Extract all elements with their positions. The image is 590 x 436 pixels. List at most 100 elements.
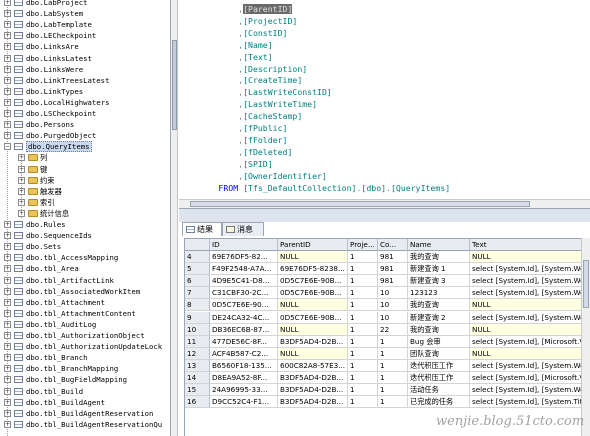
expand-icon[interactable]: +: [4, 365, 11, 373]
object-explorer-tree[interactable]: + dbo.LabProject + dbo.LabSystem + dbo.LabTem…: [0, 0, 171, 436]
table-cell[interactable]: ACF4B587-C2...: [210, 347, 278, 360]
tree-table-node[interactable]: + dbo.PurgedObject: [0, 130, 170, 141]
tree-table-node[interactable]: + dbo.tbl_Branch: [0, 352, 170, 363]
table-cell[interactable]: 477DE56C-8F...: [210, 335, 278, 348]
expand-icon[interactable]: +: [4, 387, 11, 395]
expand-icon[interactable]: +: [18, 154, 25, 162]
grid-scroll-thumb[interactable]: [583, 260, 589, 308]
table-cell[interactable]: DB36EC6B-87...: [210, 323, 278, 336]
table-cell[interactable]: 123123: [408, 287, 470, 300]
row-number[interactable]: 15: [185, 384, 210, 397]
expand-icon[interactable]: +: [4, 54, 11, 62]
table-cell[interactable]: 1: [378, 372, 408, 384]
table-cell[interactable]: 22: [378, 323, 408, 336]
row-number[interactable]: 4: [185, 251, 210, 263]
table-cell[interactable]: D8EA9A52-8F...: [210, 372, 278, 384]
table-cell[interactable]: 迭代积压工作: [408, 372, 470, 384]
tree-table-node[interactable]: + dbo.Rules: [0, 219, 170, 230]
table-cell[interactable]: 1: [348, 372, 378, 384]
expand-icon[interactable]: +: [4, 21, 11, 29]
expand-icon[interactable]: +: [4, 354, 11, 362]
tree-table-node[interactable]: + dbo.tbl_Build: [0, 386, 170, 397]
row-number[interactable]: 10: [185, 323, 210, 336]
table-cell[interactable]: 1: [348, 251, 378, 263]
table-cell[interactable]: 981: [378, 251, 408, 263]
table-cell[interactable]: 0D5C7E6E-90...: [210, 299, 278, 312]
table-cell[interactable]: 1: [348, 359, 378, 372]
table-cell[interactable]: 981: [378, 263, 408, 276]
sql-editor[interactable]: ,[ParentID] ,[ProjectID] ,[ConstID] ,[Na…: [179, 0, 590, 207]
row-number[interactable]: 13: [185, 359, 210, 372]
expand-icon[interactable]: +: [18, 198, 25, 206]
tree-table-node[interactable]: + dbo.tbl_AttachmentContent: [0, 308, 170, 319]
table-cell[interactable]: NULL: [278, 251, 348, 263]
expand-icon[interactable]: +: [4, 287, 11, 295]
tree-table-node[interactable]: + dbo.tbl_ArtifactLink: [0, 275, 170, 286]
table-cell[interactable]: 1: [378, 396, 408, 409]
tree-table-node[interactable]: + dbo.LinkTreesLatest: [0, 75, 170, 86]
table-cell[interactable]: 10: [378, 311, 408, 324]
table-cell[interactable]: NULL: [470, 323, 585, 336]
table-cell[interactable]: 0D5C7E6E-90B...: [278, 311, 348, 324]
table-cell[interactable]: DE24CA32-4C...: [210, 311, 278, 324]
row-number[interactable]: 12: [185, 347, 210, 360]
table-cell[interactable]: Bug 会审: [408, 335, 470, 348]
tree-table-node[interactable]: + dbo.LabTemplate: [0, 19, 170, 30]
table-cell[interactable]: 1: [378, 359, 408, 372]
expand-icon[interactable]: +: [4, 65, 11, 73]
explorer-scroll-thumb[interactable]: [172, 40, 177, 130]
tree-folder-node[interactable]: + 列: [0, 152, 170, 163]
table-cell[interactable]: 1: [348, 299, 378, 312]
editor-results-splitter[interactable]: [179, 208, 590, 222]
table-cell[interactable]: 1: [348, 347, 378, 360]
expand-icon[interactable]: +: [4, 409, 11, 417]
column-header[interactable]: ID: [210, 239, 278, 251]
table-cell[interactable]: select [System.Id], [System.Tit: [470, 396, 585, 409]
tree-table-node[interactable]: + dbo.Persons: [0, 119, 170, 130]
expand-icon[interactable]: +: [4, 376, 11, 384]
expand-icon[interactable]: +: [18, 165, 25, 173]
table-cell[interactable]: 新建查询 1: [408, 263, 470, 276]
expand-icon[interactable]: +: [4, 32, 11, 40]
table-cell[interactable]: B6560F18-135...: [210, 359, 278, 372]
tree-table-node[interactable]: + dbo.tbl_BranchMapping: [0, 363, 170, 374]
row-number[interactable]: 9: [185, 311, 210, 324]
column-header[interactable]: Co...: [378, 239, 408, 251]
expand-icon[interactable]: +: [18, 209, 25, 217]
table-cell[interactable]: select [System.Id], [Microsoft.V: [470, 372, 585, 384]
table-cell[interactable]: F49F2548-A7A...: [210, 263, 278, 276]
table-cell[interactable]: select [System.Id], [System.Wo: [470, 287, 585, 300]
table-cell[interactable]: 981: [378, 275, 408, 288]
editor-horizontal-scrollbar[interactable]: [179, 199, 590, 208]
tree-folder-node[interactable]: + 触发器: [0, 186, 170, 197]
tree-table-node[interactable]: + dbo.LabSystem: [0, 8, 170, 19]
tree-folder-node[interactable]: + 键: [0, 164, 170, 175]
table-cell[interactable]: 1: [348, 396, 378, 409]
table-cell[interactable]: 69E76DF5-82...: [210, 251, 278, 263]
table-cell[interactable]: 0D5C7E6E-90B...: [278, 287, 348, 300]
tree-table-node[interactable]: + dbo.SequenceIds: [0, 230, 170, 241]
table-cell[interactable]: NULL: [470, 299, 585, 312]
tree-table-node[interactable]: + dbo.tbl_BuildAgentReservationQu: [0, 419, 170, 430]
table-cell[interactable]: B3DF5AD4-D2B...: [278, 396, 348, 409]
tree-table-node[interactable]: + dbo.LSCheckpoint: [0, 108, 170, 119]
tab-messages[interactable]: 消息: [222, 222, 264, 236]
table-cell[interactable]: select [System.Id], [System.Wo: [470, 275, 585, 288]
results-grid[interactable]: ID ParentID Proje... Co... Name Text 4 69E76DF5…: [184, 238, 590, 436]
expand-icon[interactable]: +: [4, 309, 11, 317]
expand-icon[interactable]: +: [4, 110, 11, 117]
table-cell[interactable]: 活动任务: [408, 384, 470, 397]
tree-table-node[interactable]: − dbo.QueryItems: [0, 141, 170, 153]
table-cell[interactable]: NULL: [470, 347, 585, 360]
expand-icon[interactable]: +: [4, 420, 11, 428]
expand-icon[interactable]: +: [4, 254, 11, 262]
table-cell[interactable]: B3DF5AD4-D2B...: [278, 372, 348, 384]
collapse-icon[interactable]: −: [4, 143, 11, 151]
tree-table-node[interactable]: + dbo.LinksAre: [0, 41, 170, 52]
tree-table-node[interactable]: + dbo.tbl_BuildAgent: [0, 397, 170, 408]
table-cell[interactable]: NULL: [470, 251, 585, 263]
expand-icon[interactable]: +: [4, 398, 11, 406]
expand-icon[interactable]: +: [4, 265, 11, 273]
grid-corner-cell[interactable]: [185, 239, 210, 251]
expand-icon[interactable]: +: [4, 221, 11, 228]
